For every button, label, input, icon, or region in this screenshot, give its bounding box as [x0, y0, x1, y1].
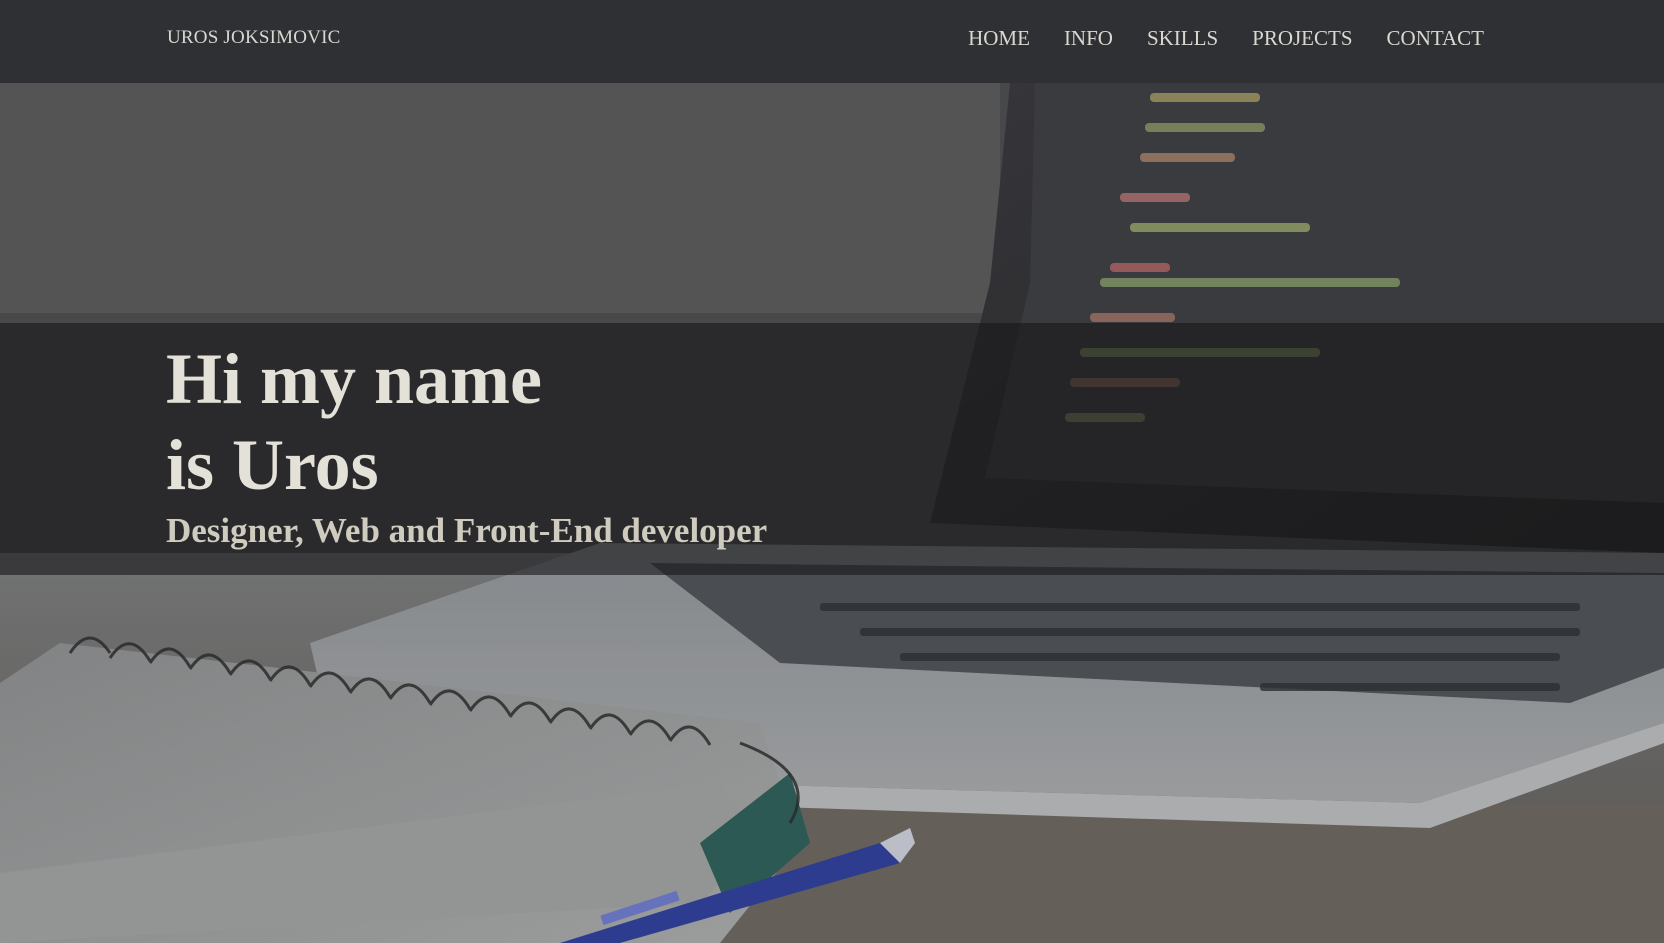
nav-skills-link[interactable]: SKILLS [1147, 26, 1218, 51]
hero-subtitle: Designer, Web and Front-End developer [166, 511, 768, 550]
navbar: UROS JOKSIMOVIC HOME INFO SKILLS PROJECT… [0, 0, 1664, 83]
nav-projects-link[interactable]: PROJECTS [1252, 26, 1352, 51]
brand-logo-link[interactable]: UROS JOKSIMOVIC [167, 27, 341, 49]
hero-headline: Hi my name is Uros [166, 336, 542, 508]
main-nav: HOME INFO SKILLS PROJECTS CONTACT [934, 26, 1484, 51]
page: UROS JOKSIMOVIC HOME INFO SKILLS PROJECT… [0, 0, 1664, 943]
hero-headline-line-1: Hi my name [166, 339, 542, 419]
hero-headline-line-2: is Uros [166, 425, 379, 505]
nav-contact-link[interactable]: CONTACT [1387, 26, 1484, 51]
nav-home-link[interactable]: HOME [968, 26, 1030, 51]
nav-info-link[interactable]: INFO [1064, 26, 1113, 51]
